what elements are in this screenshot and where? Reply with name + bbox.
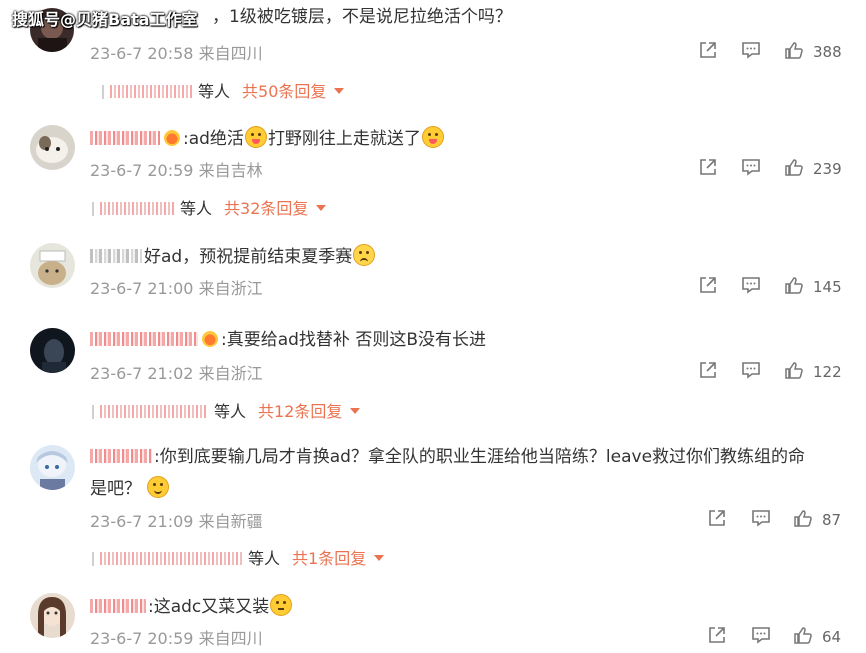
comment-icon[interactable]	[741, 40, 761, 60]
comment-location: 来自四川	[198, 44, 263, 63]
share-icon[interactable]	[698, 360, 718, 380]
reply-and-label: 等人	[214, 402, 247, 421]
chevron-down-icon	[316, 205, 327, 211]
avatar[interactable]	[30, 445, 75, 490]
reply-summary[interactable]: 等人 共1条回复	[92, 545, 385, 569]
comment-text: 好ad，预祝提前结束夏季赛	[144, 247, 353, 267]
comment-time: 23-6-7 21:09	[90, 512, 194, 531]
reply-usernames	[100, 202, 174, 215]
chevron-down-icon	[374, 555, 385, 561]
comment-icon[interactable]	[741, 275, 761, 295]
view-replies-link[interactable]: 共12条回复	[258, 402, 342, 421]
comment-text: :你到底要输几局才肯换ad？拿全队的职业生涯给他当陪练？leave救过你们教练组…	[154, 447, 806, 467]
view-replies-link[interactable]: 共50条回复	[242, 82, 326, 101]
reply-usernames	[100, 405, 208, 418]
like-count: 239	[813, 160, 842, 178]
view-replies-link[interactable]: 共32条回复	[224, 199, 308, 218]
comment-text: ，1级被吃镀层，不是说尼拉绝活个吗？	[212, 7, 512, 27]
comment-body-line2: 是吧？	[90, 476, 170, 500]
reply-summary[interactable]: 等人 共32条回复	[92, 195, 327, 219]
reply-usernames	[100, 552, 242, 565]
watermark: 搜狐号@贝猪Bata工作室	[12, 10, 198, 29]
comment-meta: 23-6-7 21:09 来自新疆	[90, 508, 263, 532]
tongue-emoji-icon	[421, 126, 444, 148]
comment-location: 来自浙江	[198, 279, 263, 298]
chevron-down-icon	[334, 88, 345, 94]
reply-divider	[92, 405, 94, 419]
avatar[interactable]	[30, 125, 75, 170]
comment-location: 来自吉林	[198, 161, 263, 180]
thumbs-up-icon[interactable]	[784, 157, 804, 177]
share-icon[interactable]	[707, 508, 727, 528]
like-count: 388	[813, 43, 842, 61]
reply-and-label: 等人	[198, 82, 231, 101]
smile-emoji-icon	[147, 476, 169, 498]
username[interactable]	[90, 332, 198, 346]
comment-meta: 23-6-7 21:00 来自浙江	[90, 275, 263, 299]
username[interactable]	[90, 249, 142, 263]
share-icon[interactable]	[698, 157, 718, 177]
comment-meta: 23-6-7 20:58 来自四川	[90, 40, 263, 64]
avatar[interactable]	[30, 593, 75, 638]
comment-time: 23-6-7 20:58	[90, 44, 194, 63]
view-replies-link[interactable]: 共1条回复	[292, 549, 366, 568]
share-icon[interactable]	[707, 625, 727, 645]
reply-divider	[92, 552, 94, 566]
share-icon[interactable]	[698, 275, 718, 295]
thumbs-up-icon[interactable]	[784, 40, 804, 60]
thumbs-up-icon[interactable]	[784, 275, 804, 295]
like-count: 145	[813, 278, 842, 296]
comment-body: :ad绝活 打野刚往上走就送了	[90, 126, 445, 150]
comment-text: :这adc又菜又装	[148, 597, 270, 617]
share-icon[interactable]	[698, 40, 718, 60]
avatar[interactable]	[30, 328, 75, 373]
chevron-down-icon	[350, 408, 361, 414]
comment-location: 来自浙江	[198, 364, 263, 383]
comment-body: :这adc又菜又装	[90, 594, 293, 618]
thumbs-up-icon[interactable]	[784, 360, 804, 380]
thumbs-up-icon[interactable]	[793, 508, 813, 528]
comment-meta: 23-6-7 20:59 来自吉林	[90, 157, 263, 181]
like-count: 122	[813, 363, 842, 381]
comment-text-2: 打野刚往上走就送了	[267, 129, 421, 149]
crying-emoji-icon	[353, 244, 376, 266]
like-count: 64	[822, 628, 842, 646]
comment-icon[interactable]	[741, 360, 761, 380]
comment-icon[interactable]	[751, 625, 771, 645]
neutral-emoji-icon	[270, 594, 293, 616]
comment-time: 23-6-7 20:59	[90, 161, 194, 180]
comment-text: :ad绝活	[183, 129, 244, 149]
comment-icon[interactable]	[751, 508, 771, 528]
comment-location: 来自新疆	[198, 512, 263, 531]
reply-usernames	[110, 85, 192, 98]
comment-meta: 23-6-7 21:02 来自浙江	[90, 360, 263, 384]
username[interactable]	[90, 449, 152, 463]
reply-summary[interactable]: 等人 共12条回复	[92, 398, 361, 422]
reply-and-label: 等人	[248, 549, 281, 568]
tongue-emoji-icon	[244, 126, 267, 148]
like-count: 87	[822, 511, 842, 529]
reply-divider	[92, 202, 94, 216]
reply-summary[interactable]: 等人 共50条回复	[102, 78, 345, 102]
comment-body: 好ad，预祝提前结束夏季赛	[90, 244, 376, 268]
avatar[interactable]	[30, 243, 75, 288]
comment-icon[interactable]	[741, 157, 761, 177]
comment-location: 来自四川	[198, 629, 263, 648]
reply-divider	[102, 85, 104, 99]
comment-time: 23-6-7 21:02	[90, 364, 194, 383]
comment-body: :真要给ad找替补 否则这B没有长进	[90, 329, 486, 351]
thumbs-up-icon[interactable]	[793, 625, 813, 645]
comment-meta: 23-6-7 20:59 来自四川	[90, 625, 263, 649]
comment-time: 23-6-7 20:59	[90, 629, 194, 648]
comment-text: :真要给ad找替补 否则这B没有长进	[221, 330, 487, 350]
comment-time: 23-6-7 21:00	[90, 279, 194, 298]
username[interactable]	[90, 131, 160, 145]
comment-body: :你到底要输几局才肯换ad？拿全队的职业生涯给他当陪练？leave救过你们教练组…	[90, 446, 805, 468]
username[interactable]	[90, 599, 146, 613]
crown-badge-icon	[164, 130, 180, 146]
reply-and-label: 等人	[180, 199, 213, 218]
comment-text-2: 是吧？	[90, 479, 141, 499]
crown-badge-icon	[202, 331, 218, 347]
